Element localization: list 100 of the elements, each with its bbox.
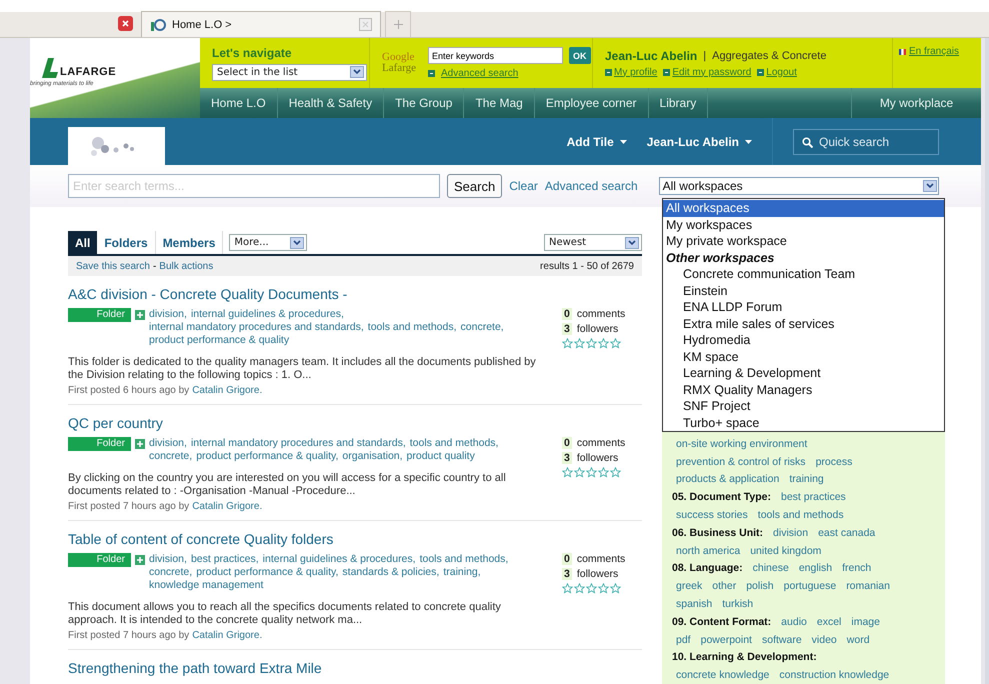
tag-link[interactable]: division, (149, 308, 187, 321)
filter-tag[interactable]: video (812, 634, 837, 646)
filter-tag[interactable]: excel (816, 616, 842, 628)
author-link[interactable]: Catalin Grigore. (192, 501, 262, 512)
plus-icon[interactable] (135, 310, 145, 320)
author-link[interactable]: Catalin Grigore. (192, 385, 262, 396)
new-tab-button[interactable] (385, 11, 411, 37)
filter-tag[interactable]: turkish (722, 598, 754, 610)
filter-tag[interactable]: spanish (676, 598, 712, 610)
more-select[interactable]: More... (229, 234, 308, 251)
tag-link[interactable]: training, (443, 566, 481, 579)
filter-tag[interactable]: tools and methods (758, 509, 844, 522)
filter-tag[interactable]: software (762, 634, 802, 646)
filter-tag[interactable]: other (712, 580, 736, 592)
tag-link[interactable]: concrete, (460, 321, 504, 334)
star-icon[interactable] (574, 583, 585, 594)
tag-link[interactable]: internal mandatory procedures and standards, (149, 321, 364, 334)
filter-tag[interactable]: word (846, 634, 870, 646)
tag-link[interactable]: standards & policies, (342, 566, 440, 579)
star-icon[interactable] (598, 338, 609, 349)
filter-tag[interactable]: prevention & control of risks (676, 456, 806, 468)
advanced-search-link[interactable]: Advanced search (544, 179, 638, 193)
result-tab[interactable]: Folders (97, 231, 156, 254)
filter-tag[interactable]: concrete knowledge (676, 669, 770, 682)
quick-search-field[interactable]: Quick search (793, 128, 939, 154)
tag-link[interactable]: product performance & quality, (196, 566, 338, 579)
filter-tag[interactable]: audio (781, 616, 807, 628)
add-tile-menu[interactable]: Add Tile (566, 134, 627, 148)
account-link[interactable]: My profile (614, 66, 658, 78)
author-link[interactable]: Catalin Grigore. (192, 630, 262, 641)
star-icon[interactable] (562, 583, 573, 594)
tag-link[interactable]: internal guidelines & procedures, (262, 553, 416, 566)
bulk-actions-link[interactable]: Bulk actions (159, 260, 214, 272)
star-icon[interactable] (610, 467, 621, 478)
tag-link[interactable]: concrete, (149, 450, 192, 463)
filter-tag[interactable]: powerpoint (700, 634, 752, 646)
filter-tag[interactable]: products & application (676, 473, 780, 486)
star-icon[interactable] (586, 338, 597, 349)
filter-tag[interactable]: romanian (846, 580, 890, 592)
tag-link[interactable]: tools and methods, (368, 321, 457, 334)
account-link[interactable]: Edit my password (672, 66, 752, 78)
star-icon[interactable] (598, 583, 609, 594)
tag-link[interactable]: internal guidelines & procedures, (190, 308, 344, 321)
result-title[interactable]: A&C division - Concrete Quality Documents - (68, 286, 642, 302)
close-icon[interactable] (118, 16, 133, 31)
user-menu[interactable]: Jean-Luc Abelin (646, 134, 752, 148)
star-icon[interactable] (586, 583, 597, 594)
star-icon[interactable] (574, 338, 585, 349)
tag-link[interactable]: division, (149, 553, 187, 566)
filter-tag[interactable]: process (816, 456, 852, 468)
keywords-field[interactable]: Enter keywords (428, 47, 563, 64)
tag-link[interactable]: internal mandatory procedures and standards, (190, 437, 406, 450)
tag-link[interactable]: product quality (406, 450, 475, 463)
star-icon[interactable] (562, 338, 573, 349)
filter-tag[interactable]: success stories (676, 509, 748, 522)
advanced-search-link[interactable]: Advanced search (441, 68, 518, 79)
tag-link[interactable]: division, (149, 437, 187, 450)
star-icon[interactable] (610, 338, 621, 349)
filter-tag[interactable]: on-site working environment (676, 438, 808, 450)
result-tab[interactable]: All (68, 231, 98, 254)
filter-tag[interactable]: east canada (818, 526, 876, 539)
filter-tag[interactable]: division (773, 526, 808, 539)
ok-button[interactable]: OK (569, 47, 590, 64)
tag-link[interactable]: concrete, (149, 566, 192, 579)
filter-tag[interactable]: best practices (781, 491, 846, 504)
tag-link[interactable]: product performance & quality (149, 334, 290, 347)
tag-link[interactable]: best practices, (190, 553, 259, 566)
filter-tag[interactable]: greek (676, 580, 702, 592)
filter-tag[interactable]: portuguese (784, 580, 836, 592)
filter-tag[interactable]: english (798, 562, 832, 574)
filter-tag[interactable]: polish (746, 580, 774, 592)
plus-icon[interactable] (135, 555, 145, 565)
clear-link[interactable]: Clear (509, 179, 538, 193)
navigate-select[interactable]: Select in the list (212, 64, 367, 80)
result-title[interactable]: Table of content of concrete Quality folders (68, 531, 642, 547)
star-icon[interactable] (610, 583, 621, 594)
filter-tag[interactable]: pdf (676, 634, 691, 646)
result-tab[interactable]: Members (156, 231, 224, 254)
account-link[interactable]: Logout (766, 66, 797, 78)
result-title[interactable]: Strengthening the path toward Extra Mile (68, 660, 642, 676)
filter-tag[interactable]: training (789, 473, 824, 486)
language-link[interactable]: En français (909, 46, 960, 57)
tag-link[interactable]: product performance & quality, (196, 450, 338, 463)
tag-link[interactable]: knowledge management (149, 579, 264, 592)
plus-icon[interactable] (135, 439, 145, 449)
filter-tag[interactable]: construction knowledge (779, 669, 890, 682)
star-icon[interactable] (598, 467, 609, 478)
filter-tag[interactable]: french (842, 562, 872, 574)
browser-tab[interactable]: Home L.O > (141, 11, 381, 37)
star-icon[interactable] (574, 467, 585, 478)
filter-tag[interactable]: image (851, 616, 880, 628)
filter-tag[interactable]: north america (676, 544, 740, 557)
save-search-link[interactable]: Save this search (76, 260, 150, 272)
filter-tag[interactable]: united kingdom (750, 544, 822, 557)
tag-link[interactable]: tools and methods, (410, 437, 498, 450)
search-button[interactable]: Search (447, 174, 502, 198)
result-title[interactable]: QC per country (68, 415, 642, 431)
tag-link[interactable]: organisation, (342, 450, 403, 463)
star-icon[interactable] (586, 467, 597, 478)
star-icon[interactable] (562, 467, 573, 478)
